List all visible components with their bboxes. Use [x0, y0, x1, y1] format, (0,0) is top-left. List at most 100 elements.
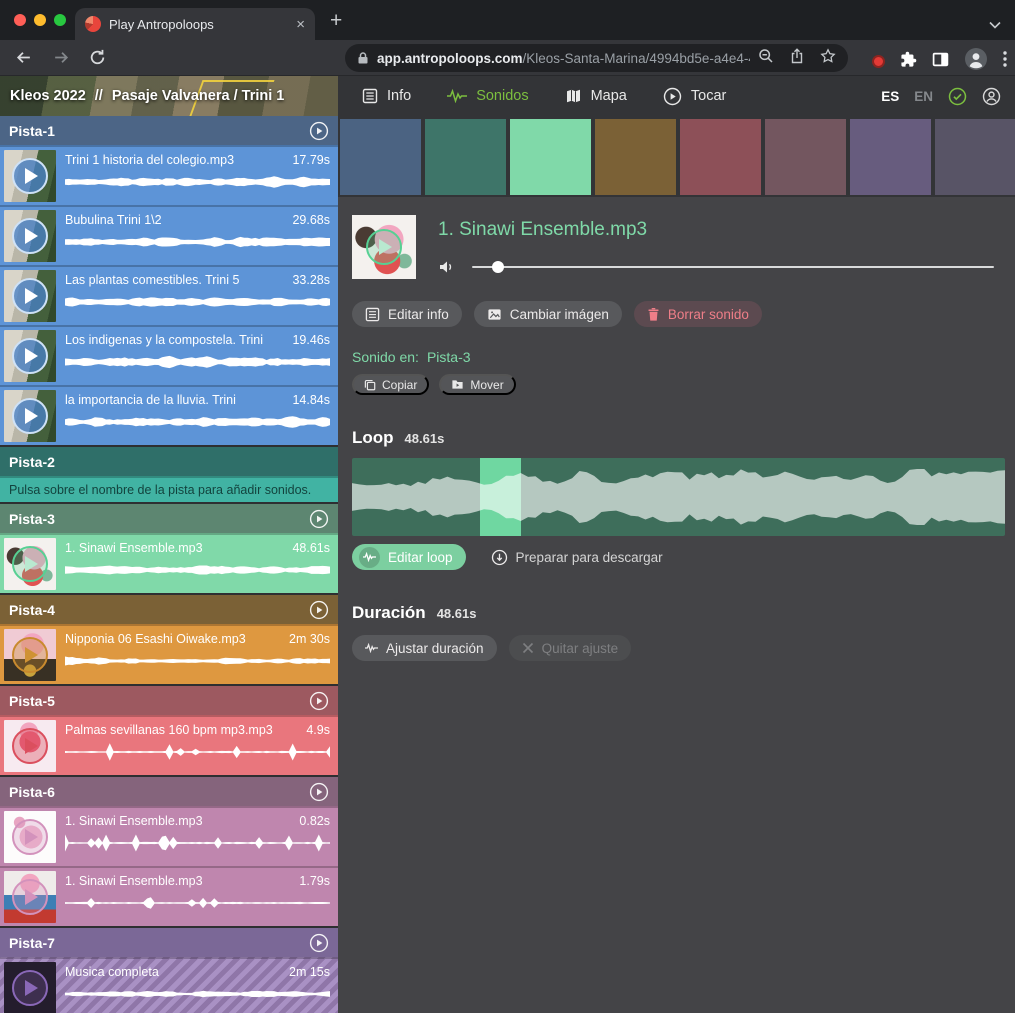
clip-waveform: [65, 982, 330, 1006]
clip-row[interactable]: Las plantas comestibles. Trini 533.28s: [0, 265, 338, 325]
track-color-swatch-7[interactable]: [850, 119, 931, 195]
clip-row[interactable]: Musica completa2m 15s: [0, 957, 338, 1013]
track-play-icon[interactable]: [309, 933, 329, 953]
menu-dots-icon[interactable]: [1003, 51, 1007, 72]
track-play-icon[interactable]: [309, 691, 329, 711]
clip-row[interactable]: Nipponia 06 Esashi Oiwake.mp32m 30s: [0, 624, 338, 684]
side-panel-icon[interactable]: [932, 51, 949, 73]
track-pista-1: Pista-1 Trini 1 historia del colegio.mp3…: [0, 116, 338, 445]
track-color-swatch-4[interactable]: [595, 119, 676, 195]
tab-tocar[interactable]: Tocar: [663, 87, 726, 106]
new-tab-button[interactable]: +: [330, 9, 342, 33]
reload-button[interactable]: [88, 48, 107, 72]
tab-sonidos[interactable]: Sonidos: [447, 88, 528, 104]
track-color-swatch-2[interactable]: [425, 119, 506, 195]
breadcrumb[interactable]: Kleos 2022 // Pasaje Valvanera / Trini 1: [0, 76, 338, 116]
clip-thumbnail: [4, 962, 56, 1013]
clip-row[interactable]: 1. Sinawi Ensemble.mp31.79s: [0, 866, 338, 926]
volume-thumb[interactable]: [492, 261, 504, 273]
adjust-duration-button[interactable]: Ajustar duración: [352, 635, 497, 661]
clip-row[interactable]: Los indigenas y la compostela. Trini19.4…: [0, 325, 338, 385]
account-icon[interactable]: [982, 87, 1001, 106]
clip-play-icon[interactable]: [12, 338, 48, 374]
remove-adjust-button[interactable]: Quitar ajuste: [509, 635, 632, 661]
track-play-icon[interactable]: [309, 782, 329, 802]
clip-play-icon[interactable]: [12, 728, 48, 764]
copy-button[interactable]: Copiar: [352, 374, 429, 395]
lang-es[interactable]: ES: [881, 89, 899, 104]
breadcrumb-project[interactable]: Kleos 2022: [10, 88, 86, 104]
track-pista-5: Pista-5 Palmas sevillanas 160 bpm mp3.mp…: [0, 686, 338, 775]
clip-row[interactable]: 1. Sinawi Ensemble.mp30.82s: [0, 806, 338, 866]
record-extension-icon[interactable]: [872, 55, 885, 68]
clip-duration: 4.9s: [306, 723, 330, 737]
back-button[interactable]: [14, 48, 33, 72]
clip-play-icon[interactable]: [12, 970, 48, 1006]
profile-avatar[interactable]: [964, 47, 988, 76]
tab-close-icon[interactable]: ×: [296, 17, 305, 32]
track-color-swatch-6[interactable]: [765, 119, 846, 195]
clip-thumbnail: [4, 270, 56, 322]
clip-row[interactable]: Trini 1 historia del colegio.mp317.79s: [0, 145, 338, 205]
lock-icon[interactable]: [357, 51, 369, 65]
edit-info-button[interactable]: Editar info: [352, 301, 462, 327]
clip-play-icon[interactable]: [12, 278, 48, 314]
track-play-icon[interactable]: [309, 509, 329, 529]
track-header[interactable]: Pista-3: [0, 504, 338, 533]
tab-mapa[interactable]: Mapa: [565, 88, 627, 104]
zoom-window-button[interactable]: [54, 14, 66, 26]
forward-button[interactable]: [52, 48, 71, 72]
bookmark-star-icon[interactable]: [820, 48, 836, 69]
tab-search-chevron-icon[interactable]: [989, 16, 1001, 34]
clip-play-icon[interactable]: [12, 398, 48, 434]
share-icon[interactable]: [790, 48, 804, 69]
close-window-button[interactable]: [14, 14, 26, 26]
track-color-swatch-3-selected[interactable]: [510, 119, 591, 195]
extensions-puzzle-icon[interactable]: [900, 51, 917, 73]
browser-tab[interactable]: Play Antropoloops ×: [75, 8, 315, 40]
clip-title: 1. Sinawi Ensemble.mp3: [65, 814, 203, 828]
track-color-swatch-8[interactable]: [935, 119, 1015, 195]
tab-info[interactable]: Info: [362, 88, 411, 104]
track-play-icon[interactable]: [309, 121, 329, 141]
clip-play-icon[interactable]: [12, 637, 48, 673]
clip-play-icon[interactable]: [12, 218, 48, 254]
omnibox[interactable]: app.antropoloops.com/Kleos-Santa-Marina/…: [345, 44, 848, 72]
minimize-window-button[interactable]: [34, 14, 46, 26]
clip-waveform: [65, 290, 330, 314]
track-header[interactable]: Pista-1: [0, 116, 338, 145]
edit-loop-button[interactable]: Editar loop: [352, 544, 466, 570]
track-header[interactable]: Pista-2: [0, 447, 338, 476]
track-header[interactable]: Pista-6: [0, 777, 338, 806]
clip-row-selected[interactable]: 1. Sinawi Ensemble.mp348.61s: [0, 533, 338, 593]
clip-thumbnail: [4, 210, 56, 262]
sound-play-icon[interactable]: [366, 229, 402, 265]
move-button[interactable]: Mover: [439, 374, 515, 395]
track-header[interactable]: Pista-5: [0, 686, 338, 715]
track-play-icon[interactable]: [309, 600, 329, 620]
track-header[interactable]: Pista-4: [0, 595, 338, 624]
clip-row[interactable]: Palmas sevillanas 160 bpm mp3.mp34.9s: [0, 715, 338, 775]
url-text[interactable]: app.antropoloops.com/Kleos-Santa-Marina/…: [377, 51, 750, 66]
loop-waveform-panel[interactable]: [352, 458, 1005, 536]
clip-play-icon[interactable]: [12, 158, 48, 194]
tracks-sidebar: Kleos 2022 // Pasaje Valvanera / Trini 1…: [0, 76, 338, 1013]
clip-thumbnail: [4, 871, 56, 923]
track-color-swatch-1[interactable]: [340, 119, 421, 195]
prepare-download-button[interactable]: Preparar para descargar: [478, 544, 676, 570]
clip-row[interactable]: Bubulina Trini 1\229.68s: [0, 205, 338, 265]
track-header[interactable]: Pista-7: [0, 928, 338, 957]
sound-track-link[interactable]: Pista-3: [427, 349, 471, 365]
clip-title: Nipponia 06 Esashi Oiwake.mp3: [65, 632, 246, 646]
delete-sound-button[interactable]: Borrar sonido: [634, 301, 762, 327]
change-image-button[interactable]: Cambiar imágen: [474, 301, 622, 327]
volume-slider[interactable]: [472, 266, 994, 268]
clip-row[interactable]: la importancia de la lluvia. Trini14.84s: [0, 385, 338, 445]
clip-play-icon[interactable]: [12, 819, 48, 855]
lang-en[interactable]: EN: [914, 89, 933, 104]
clip-title: 1. Sinawi Ensemble.mp3: [65, 541, 203, 555]
zoom-level-icon[interactable]: [758, 48, 774, 69]
track-color-swatch-5[interactable]: [680, 119, 761, 195]
clip-play-icon[interactable]: [12, 879, 48, 915]
clip-play-icon[interactable]: [12, 546, 48, 582]
